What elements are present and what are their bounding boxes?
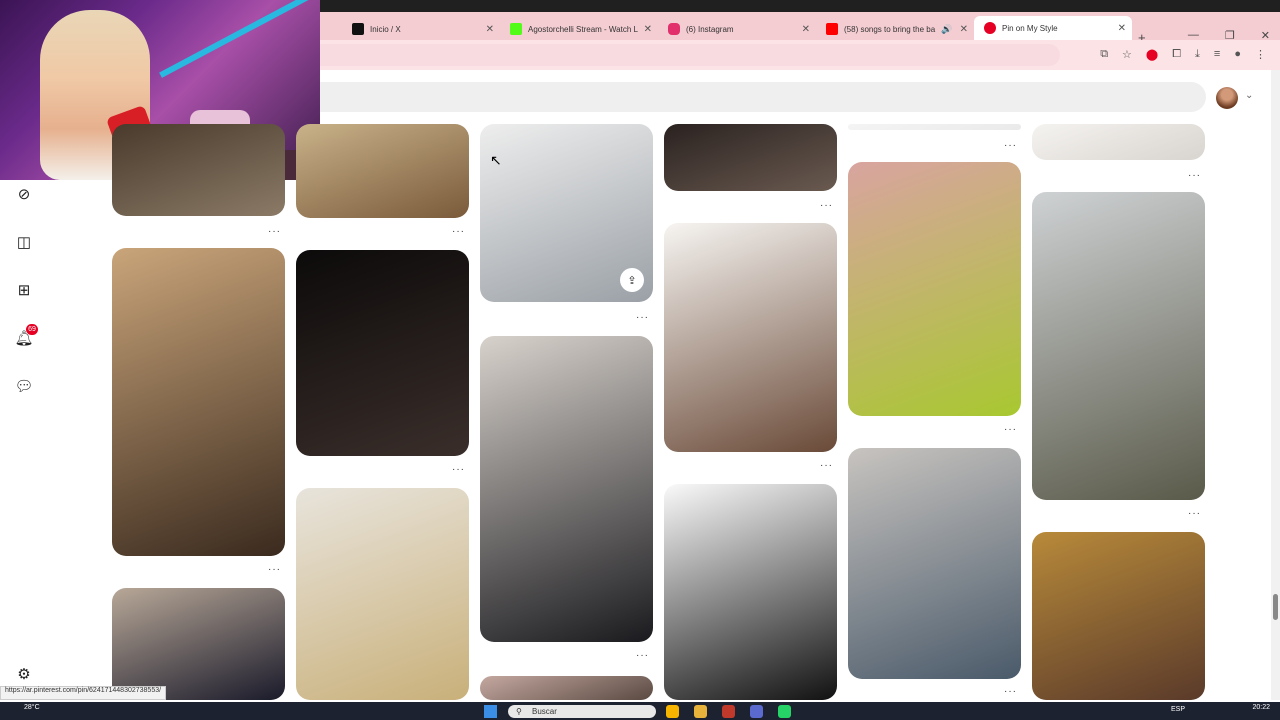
address-bar-row: ⧉ ☆ ⬤ ⧠ ⤓ ≡ ● ⋮ [320, 40, 1280, 70]
taskbar-search-label: Buscar [532, 707, 557, 716]
extensions-icon[interactable]: ⧠ [1172, 48, 1181, 61]
avatar[interactable] [1216, 87, 1238, 109]
explore-icon[interactable]: ⊘ [14, 184, 34, 204]
pin-black-dress-heels[interactable] [664, 124, 837, 191]
tab-label: Inicio / X [370, 24, 401, 34]
start-menu-icon[interactable] [484, 705, 497, 718]
pin-more-options-icon[interactable]: ··· [452, 226, 465, 237]
pin-car-tights[interactable] [296, 250, 469, 456]
pin-more-options-icon[interactable]: ··· [1004, 424, 1017, 435]
pin-leopard-dress[interactable] [112, 248, 285, 556]
status-url: https://ar.pinterest.com/pin/62417144830… [0, 686, 167, 700]
pin-brown-outfit-flatlay[interactable] [664, 223, 837, 452]
windows-taskbar: 28°C ⚲ Buscar ESP 20:22 [0, 702, 1280, 720]
close-tab-icon[interactable]: ✕ [486, 24, 494, 35]
search-icon: ⚲ [516, 707, 522, 716]
pin-green-top[interactable] [848, 162, 1021, 416]
media-control-icon[interactable]: ≡ [1214, 48, 1220, 61]
download-icon[interactable]: ⤓ [1195, 48, 1200, 61]
pin-partial-bottom[interactable] [480, 676, 653, 700]
pin-more-options-icon[interactable]: ··· [452, 464, 465, 475]
chevron-down-icon[interactable]: ⌄ [1245, 90, 1253, 101]
chrome-app-icon[interactable] [666, 705, 679, 718]
tab-x[interactable]: Inicio / X ✕ [342, 18, 500, 40]
clock[interactable]: 20:22 [1252, 704, 1270, 711]
mouse-cursor-icon: ↖ [490, 152, 502, 168]
instagram-logo-icon [668, 23, 680, 35]
pin-more-options-icon[interactable]: ··· [268, 564, 281, 575]
address-field[interactable] [320, 44, 1060, 66]
settings-icon[interactable]: ⚙ [14, 664, 34, 684]
adblock-extension-icon[interactable]: ⬤ [1146, 48, 1158, 61]
close-tab-icon[interactable]: ✕ [644, 24, 652, 35]
kick-logo-icon [510, 23, 522, 35]
menu-kebab-icon[interactable]: ⋮ [1255, 48, 1266, 61]
youtube-logo-icon [826, 23, 838, 35]
close-tab-icon[interactable]: ✕ [960, 24, 968, 35]
tab-pinterest[interactable]: Pin on My Style ✕ [974, 16, 1132, 40]
pin-more-options-icon[interactable]: ··· [1004, 140, 1017, 151]
pin-more-options-icon[interactable]: ··· [1004, 686, 1017, 697]
pin-building-top[interactable] [1032, 124, 1205, 160]
x-logo-icon [352, 23, 364, 35]
bookmark-star-icon[interactable]: ☆ [1122, 48, 1132, 61]
tab-label: Pin on My Style [1002, 23, 1058, 33]
pinterest-sidebar: ⊘ ◫ ⊞ 🔔︎ 💬︎ ⚙ [0, 180, 50, 700]
profile-icon[interactable]: ● [1234, 48, 1241, 61]
speaker-icon[interactable]: 🔊 [941, 24, 952, 35]
close-tab-icon[interactable]: ✕ [1118, 23, 1126, 34]
pin-gold-frame[interactable] [1032, 532, 1205, 700]
tab-kick[interactable]: Agostorchelli Stream - Watch L ✕ [500, 18, 658, 40]
scrollbar-thumb[interactable] [1273, 594, 1278, 620]
close-tab-icon[interactable]: ✕ [802, 24, 810, 35]
weather-widget[interactable]: 28°C [24, 704, 40, 711]
app-icon[interactable] [722, 705, 735, 718]
taskbar-search[interactable]: ⚲ Buscar [508, 705, 656, 718]
pin-more-options-icon[interactable]: ··· [820, 460, 833, 471]
toolbar-icons: ⧉ ☆ ⬤ ⧠ ⤓ ≡ ● ⋮ [1100, 48, 1266, 61]
notifications-badge: 69 [26, 324, 38, 335]
pin-more-options-icon[interactable]: ··· [1188, 170, 1201, 181]
pin-more-options-icon[interactable]: ··· [636, 650, 649, 661]
whatsapp-app-icon[interactable] [778, 705, 791, 718]
tab-label: Agostorchelli Stream - Watch L [528, 24, 638, 34]
boards-icon[interactable]: ◫ [14, 232, 34, 252]
tab-label: (58) songs to bring the ba [844, 24, 936, 34]
tab-youtube[interactable]: (58) songs to bring the ba 🔊 ✕ [816, 18, 974, 40]
scrollbar[interactable] [1271, 70, 1280, 700]
pinterest-logo-icon [984, 22, 996, 34]
pinterest-header: ⌄ [320, 70, 1280, 122]
search-input[interactable] [320, 82, 1206, 112]
pin-more-options-icon[interactable]: ··· [820, 200, 833, 211]
pin-baggy-jeans[interactable] [848, 448, 1021, 679]
pin-food-boots[interactable] [296, 124, 469, 218]
pin-street-mesh-top[interactable] [112, 588, 285, 700]
messages-icon[interactable]: 💬︎ [14, 376, 34, 396]
discord-app-icon[interactable] [750, 705, 763, 718]
install-app-icon[interactable]: ⧉ [1100, 48, 1108, 61]
mic-arm [159, 0, 320, 78]
tab-instagram[interactable]: (6) Instagram ✕ [658, 18, 816, 40]
file-explorer-icon[interactable] [694, 705, 707, 718]
pin-fur-jacket[interactable] [480, 336, 653, 642]
pin-dark-top[interactable] [848, 124, 1021, 130]
pin-more-options-icon[interactable]: ··· [268, 226, 281, 237]
pin-more-options-icon[interactable]: ··· [1188, 508, 1201, 519]
pin-more-options-icon[interactable]: ··· [636, 312, 649, 323]
pin-blonde-portrait[interactable] [296, 488, 469, 700]
pin-living-room[interactable] [112, 124, 285, 216]
share-icon[interactable]: ⇪ [620, 268, 644, 292]
create-icon[interactable]: ⊞ [14, 280, 34, 300]
pin-black-dress-flatlay[interactable] [664, 484, 837, 700]
tab-label: (6) Instagram [686, 24, 734, 34]
pin-hoodie-duo[interactable] [1032, 192, 1205, 500]
language-indicator[interactable]: ESP [1171, 706, 1185, 713]
